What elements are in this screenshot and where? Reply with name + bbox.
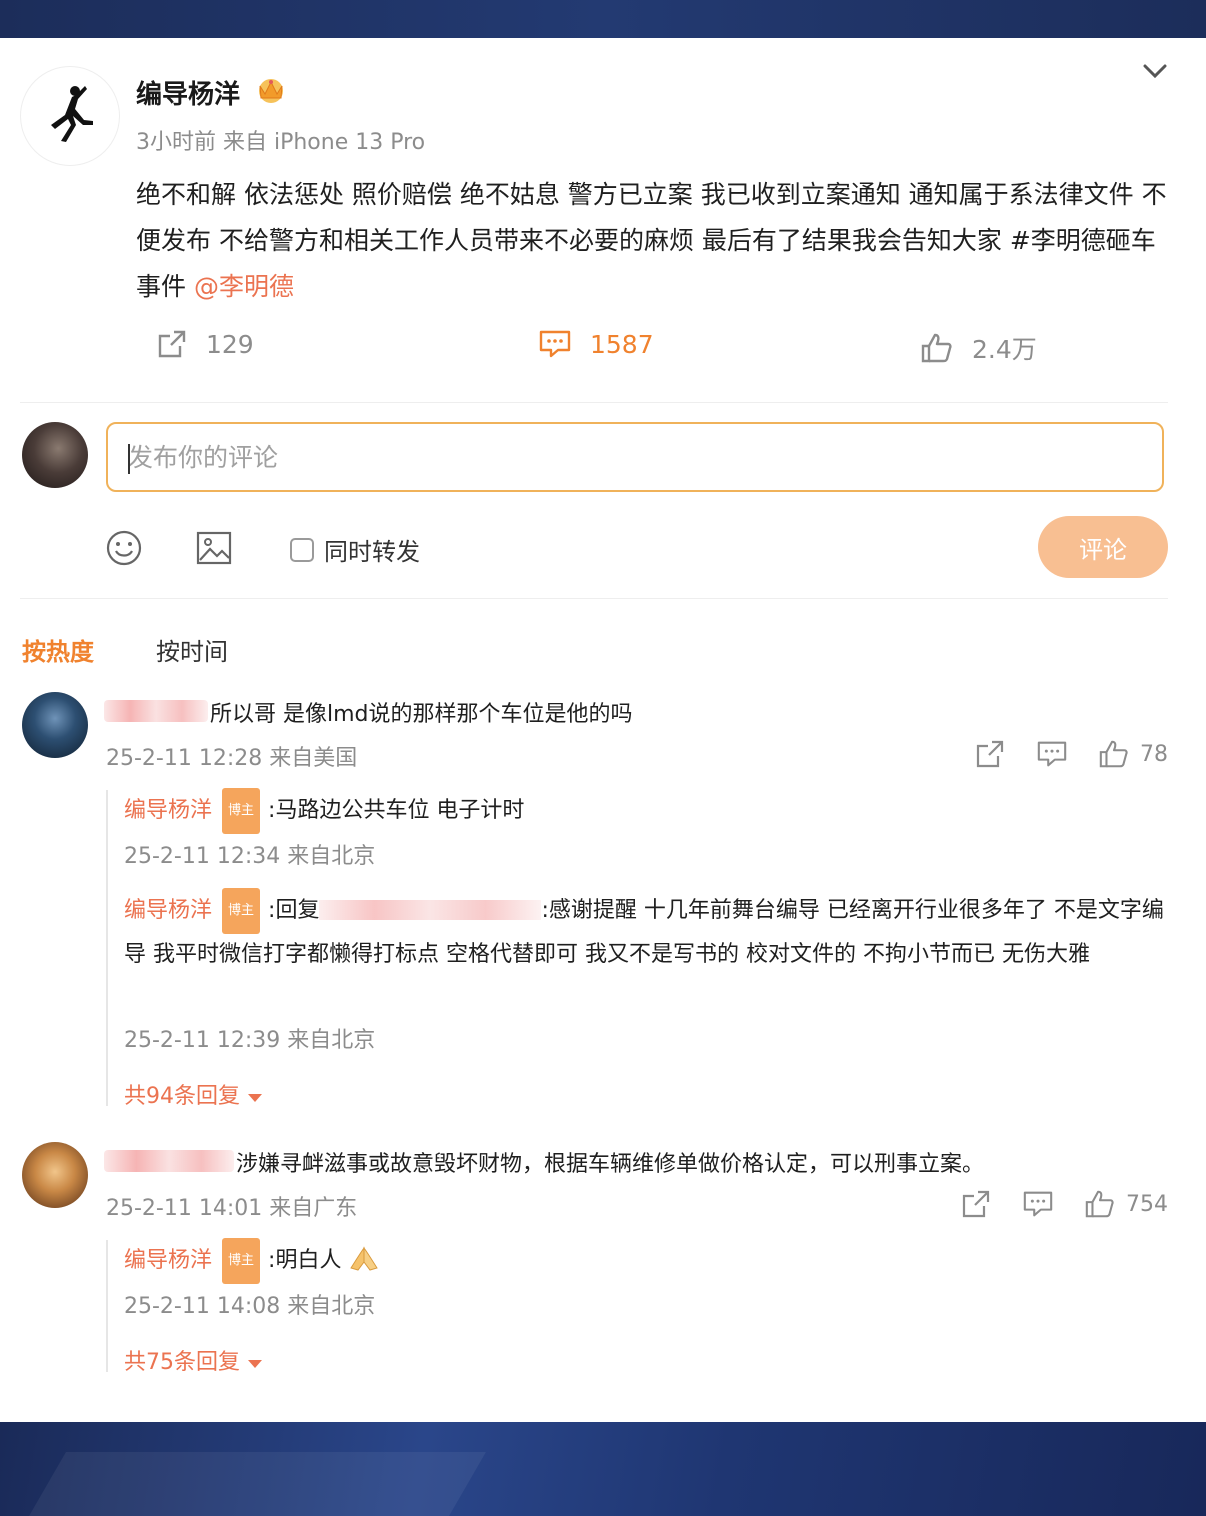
comment-text: 所以哥 是像lmd说的那样那个车位是他的吗 [210,702,633,727]
reply-item: 编导杨洋 博主 :马路边公共车位 电子计时 [124,788,1164,834]
jumpman-logo-icon [51,86,93,142]
blogger-badge: 博主 [222,888,261,934]
comment-input-box[interactable] [106,422,1164,492]
blurred-username [104,700,208,722]
decorative-streak [14,1452,486,1516]
comment-count: 1587 [590,329,654,359]
chevron-down-icon[interactable] [1140,60,1170,82]
like-button[interactable]: 2.4万 [920,330,1037,366]
tab-sort-hot[interactable]: 按热度 [22,632,94,667]
reply-meta: 25-2-11 12:39 来自北京 [124,1028,376,1053]
comment-count-button[interactable]: 1587 [538,328,654,360]
blurred-username [319,900,542,920]
caret-down-icon [248,1360,262,1368]
more-replies-label: 共94条回复 [124,1084,240,1109]
image-icon[interactable] [194,528,234,568]
share-icon [158,330,186,358]
reply-item: 编导杨洋 博主:回复:感谢提醒 十几年前舞台编导 已经离开行业很多年了 不是文字编… [124,888,1164,976]
reply-meta: 25-2-11 12:34 来自北京 [124,844,376,869]
like-count: 2.4万 [972,335,1037,364]
author-avatar[interactable] [20,66,120,166]
reply-prefix: :回复 [268,898,320,923]
also-repost-option[interactable]: 同时转发 [290,532,420,567]
comment-actions: 754 [960,1188,1168,1220]
reply-author[interactable]: 编导杨洋 [124,898,212,923]
reply-text: :明白人 [268,1248,342,1273]
crown-badge-icon [259,79,283,103]
commenter-avatar[interactable] [22,1142,88,1208]
share-icon[interactable] [960,1188,992,1220]
comment-icon[interactable] [1036,738,1068,770]
top-frame-band [0,0,1206,38]
reply-thread-bar [106,1240,108,1372]
thumbs-up-icon [921,333,952,363]
reply-thread-bar [106,790,108,1106]
more-replies-label: 共75条回复 [124,1350,240,1375]
view-more-replies[interactable]: 共94条回复 [124,1078,263,1110]
comment-icon[interactable] [1022,1188,1054,1220]
weibo-post-card: 编导杨洋 3小时前 来自 iPhone 13 Pro 绝不和解 依法惩处 照价赔… [0,38,1206,1422]
thumbs-up-icon[interactable] [1098,738,1130,770]
divider [20,598,1168,599]
repost-checkbox[interactable] [290,537,314,562]
bottom-frame-band [0,1422,1206,1516]
repost-button[interactable]: 129 [156,328,254,360]
reply-text: :马路边公共车位 电子计时 [268,798,525,823]
submit-comment-button[interactable]: 评论 [1038,516,1168,578]
caret-down-icon [248,1094,262,1102]
reply-author[interactable]: 编导杨洋 [124,798,212,823]
my-avatar[interactable] [22,422,88,488]
comment-meta: 25-2-11 12:28 来自美国 [106,746,358,771]
blogger-badge: 博主 [222,1238,261,1284]
post-body: 绝不和解 依法惩处 照价赔偿 绝不姑息 警方已立案 我已收到立案通知 通知属于系… [136,172,1176,310]
reply-author[interactable]: 编导杨洋 [124,1248,212,1273]
commenter-avatar[interactable] [22,692,88,758]
comment-text: 涉嫌寻衅滋事或故意毁坏财物，根据车辆维修单做价格认定，可以刑事立案。 [236,1152,985,1177]
repost-count: 129 [206,329,254,359]
comment-actions: 78 [974,738,1168,770]
comment-input[interactable] [108,424,1162,490]
reply-item: 编导杨洋 博主 :明白人 [124,1238,1164,1284]
text-caret [128,444,130,474]
emoji-icon[interactable] [104,528,144,568]
comment-meta: 25-2-11 14:01 来自广东 [106,1196,358,1221]
mention-link[interactable]: @李明德 [194,272,294,301]
author-name[interactable]: 编导杨洋 [136,74,240,111]
post-meta: 3小时前 来自 iPhone 13 Pro [136,130,426,155]
share-icon[interactable] [974,738,1006,770]
comment-like-count: 78 [1140,741,1168,767]
thumbs-up-icon[interactable] [1084,1188,1116,1220]
repost-option-label: 同时转发 [324,538,420,566]
blurred-username [104,1150,234,1172]
comment-like-count: 754 [1126,1191,1168,1217]
comment-icon [539,330,571,358]
blogger-badge: 博主 [222,788,261,834]
reply-meta: 25-2-11 14:08 来自北京 [124,1294,376,1319]
praying-hands-emoji-icon [350,1246,379,1271]
tab-sort-time[interactable]: 按时间 [156,632,228,667]
view-more-replies[interactable]: 共75条回复 [124,1344,263,1376]
divider [20,402,1168,403]
